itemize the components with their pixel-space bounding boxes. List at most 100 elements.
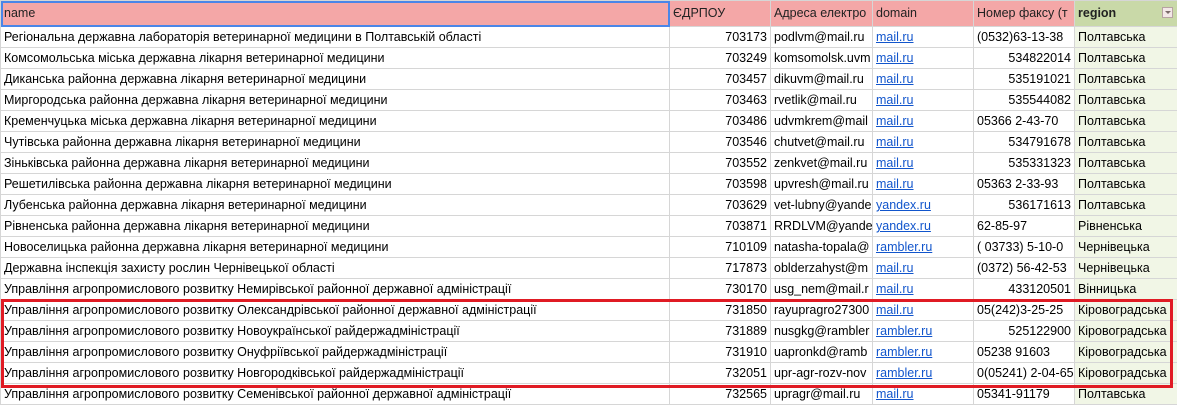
cell-region[interactable]: Кіровоградська (1074, 362, 1177, 384)
domain-link[interactable]: mail.ru (876, 72, 914, 86)
cell-email[interactable]: upvresh@mail.ru (770, 173, 873, 195)
cell-edrpou[interactable]: 730170 (669, 278, 771, 300)
cell-edrpou[interactable]: 703249 (669, 47, 771, 69)
domain-link[interactable]: rambler.ru (876, 240, 932, 254)
cell-email[interactable]: zenkvet@mail.ru (770, 152, 873, 174)
cell-fax[interactable]: 525122900 (973, 320, 1075, 342)
domain-link[interactable]: mail.ru (876, 93, 914, 107)
cell-domain[interactable]: rambler.ru (872, 236, 974, 258)
domain-link[interactable]: yandex.ru (876, 219, 931, 233)
cell-region[interactable]: Полтавська (1074, 173, 1177, 195)
cell-email[interactable]: komsomolsk.uvm (770, 47, 873, 69)
cell-domain[interactable]: rambler.ru (872, 341, 974, 363)
cell-edrpou[interactable]: 703871 (669, 215, 771, 237)
cell-edrpou[interactable]: 731850 (669, 299, 771, 321)
cell-domain[interactable]: mail.ru (872, 173, 974, 195)
cell-fax[interactable]: 05341-91179 (973, 383, 1075, 405)
cell-domain[interactable]: mail.ru (872, 257, 974, 279)
cell-domain[interactable]: rambler.ru (872, 362, 974, 384)
cell-edrpou[interactable]: 703552 (669, 152, 771, 174)
cell-email[interactable]: natasha-topala@ (770, 236, 873, 258)
cell-region[interactable]: Полтавська (1074, 152, 1177, 174)
cell-fax[interactable]: 535331323 (973, 152, 1075, 174)
cell-name[interactable]: Державна інспекція захисту рослин Чернів… (0, 257, 670, 279)
cell-region[interactable]: Чернівецька (1074, 236, 1177, 258)
cell-edrpou[interactable]: 732051 (669, 362, 771, 384)
cell-fax[interactable]: 534822014 (973, 47, 1075, 69)
cell-edrpou[interactable]: 703629 (669, 194, 771, 216)
cell-name[interactable]: Рівненська районна державна лікарня вете… (0, 215, 670, 237)
cell-fax[interactable]: 62-85-97 (973, 215, 1075, 237)
cell-domain[interactable]: mail.ru (872, 278, 974, 300)
domain-link[interactable]: mail.ru (876, 303, 914, 317)
cell-email[interactable]: nusgkg@rambler (770, 320, 873, 342)
cell-name[interactable]: Управління агропромислового розвитку Оле… (0, 299, 670, 321)
cell-email[interactable]: podlvm@mail.ru (770, 26, 873, 48)
cell-region[interactable]: Кіровоградська (1074, 320, 1177, 342)
cell-edrpou[interactable]: 703463 (669, 89, 771, 111)
cell-email[interactable]: oblderzahyst@m (770, 257, 873, 279)
cell-email[interactable]: upr-agr-rozv-nov (770, 362, 873, 384)
cell-name[interactable]: Управління агропромислового розвитку Нов… (0, 362, 670, 384)
cell-region[interactable]: Полтавська (1074, 47, 1177, 69)
cell-edrpou[interactable]: 731889 (669, 320, 771, 342)
domain-link[interactable]: rambler.ru (876, 324, 932, 338)
cell-region[interactable]: Чернівецька (1074, 257, 1177, 279)
cell-edrpou[interactable]: 731910 (669, 341, 771, 363)
cell-region[interactable]: Кіровоградська (1074, 341, 1177, 363)
cell-fax[interactable]: 536171613 (973, 194, 1075, 216)
cell-region[interactable]: Полтавська (1074, 89, 1177, 111)
cell-email[interactable]: vet-lubny@yande (770, 194, 873, 216)
domain-link[interactable]: mail.ru (876, 30, 914, 44)
cell-email[interactable]: RRDLVM@yande (770, 215, 873, 237)
cell-name[interactable]: Чутівська районна державна лікарня ветер… (0, 131, 670, 153)
cell-edrpou[interactable]: 732565 (669, 383, 771, 405)
cell-region[interactable]: Полтавська (1074, 383, 1177, 405)
cell-fax[interactable]: 535191021 (973, 68, 1075, 90)
domain-link[interactable]: mail.ru (876, 156, 914, 170)
domain-link[interactable]: mail.ru (876, 51, 914, 65)
cell-edrpou[interactable]: 703486 (669, 110, 771, 132)
cell-name[interactable]: Решетилівська районна державна лікарня в… (0, 173, 670, 195)
domain-link[interactable]: rambler.ru (876, 345, 932, 359)
cell-name[interactable]: Зіньківська районна державна лікарня вет… (0, 152, 670, 174)
cell-fax[interactable]: 534791678 (973, 131, 1075, 153)
domain-link[interactable]: mail.ru (876, 282, 914, 296)
domain-link[interactable]: mail.ru (876, 135, 914, 149)
domain-link[interactable]: rambler.ru (876, 366, 932, 380)
cell-name[interactable]: Регіональна державна лабораторія ветерин… (0, 26, 670, 48)
cell-edrpou[interactable]: 703173 (669, 26, 771, 48)
cell-domain[interactable]: mail.ru (872, 47, 974, 69)
cell-domain[interactable]: mail.ru (872, 383, 974, 405)
cell-name[interactable]: Миргородська районна державна лікарня ве… (0, 89, 670, 111)
cell-fax[interactable]: 535544082 (973, 89, 1075, 111)
cell-fax[interactable]: 433120501 (973, 278, 1075, 300)
cell-fax[interactable]: 05363 2-33-93 (973, 173, 1075, 195)
cell-email[interactable]: uapronkd@ramb (770, 341, 873, 363)
cell-name[interactable]: Управління агропромислового розвитку Сем… (0, 383, 670, 405)
cell-domain[interactable]: mail.ru (872, 68, 974, 90)
cell-fax[interactable]: (0372) 56-42-53 (973, 257, 1075, 279)
cell-region[interactable]: Рівненська (1074, 215, 1177, 237)
cell-email[interactable]: rayupragro27300 (770, 299, 873, 321)
cell-region[interactable]: Кіровоградська (1074, 299, 1177, 321)
domain-link[interactable]: mail.ru (876, 261, 914, 275)
domain-link[interactable]: yandex.ru (876, 198, 931, 212)
cell-name[interactable]: Управління агропромислового розвитку Нов… (0, 320, 670, 342)
cell-domain[interactable]: mail.ru (872, 26, 974, 48)
cell-region[interactable]: Полтавська (1074, 110, 1177, 132)
domain-link[interactable]: mail.ru (876, 114, 914, 128)
cell-edrpou[interactable]: 703546 (669, 131, 771, 153)
cell-name[interactable]: Лубенська районна державна лікарня ветер… (0, 194, 670, 216)
cell-email[interactable]: upragr@mail.ru (770, 383, 873, 405)
cell-email[interactable]: dikuvm@mail.ru (770, 68, 873, 90)
cell-domain[interactable]: yandex.ru (872, 194, 974, 216)
cell-region[interactable]: Полтавська (1074, 26, 1177, 48)
cell-email[interactable]: rvetlik@mail.ru (770, 89, 873, 111)
cell-fax[interactable]: ( 03733) 5-10-0 (973, 236, 1075, 258)
cell-edrpou[interactable]: 710109 (669, 236, 771, 258)
cell-edrpou[interactable]: 703598 (669, 173, 771, 195)
cell-fax[interactable]: 05(242)3-25-25 (973, 299, 1075, 321)
cell-domain[interactable]: mail.ru (872, 152, 974, 174)
cell-domain[interactable]: mail.ru (872, 110, 974, 132)
